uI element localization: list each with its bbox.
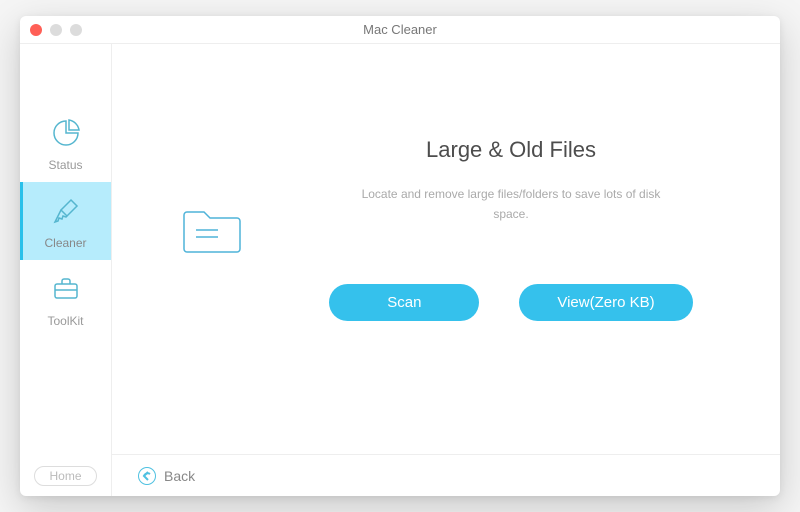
sidebar-item-cleaner[interactable]: Cleaner xyxy=(20,182,111,260)
briefcase-icon xyxy=(51,274,81,309)
maximize-window-button[interactable] xyxy=(70,24,82,36)
content-footer: Back xyxy=(112,454,780,496)
back-button[interactable]: Back xyxy=(138,467,195,485)
window-title: Mac Cleaner xyxy=(20,22,780,37)
view-button[interactable]: View(Zero KB) xyxy=(519,284,692,321)
page-description: Locate and remove large files/folders to… xyxy=(351,185,671,223)
sidebar-item-label: ToolKit xyxy=(47,314,83,328)
folder-files-icon xyxy=(162,193,262,265)
sidebar-footer: Home xyxy=(20,466,111,496)
titlebar: Mac Cleaner xyxy=(20,16,780,44)
detail-panel: Large & Old Files Locate and remove larg… xyxy=(302,137,720,320)
home-button[interactable]: Home xyxy=(34,466,96,486)
body: Status Cleaner xyxy=(20,44,780,496)
action-buttons: Scan View(Zero KB) xyxy=(329,284,692,321)
traffic-lights xyxy=(30,24,82,36)
pie-chart-icon xyxy=(51,118,81,153)
close-window-button[interactable] xyxy=(30,24,42,36)
brush-icon xyxy=(51,196,81,231)
scan-button[interactable]: Scan xyxy=(329,284,479,321)
sidebar-item-toolkit[interactable]: ToolKit xyxy=(20,260,111,338)
back-arrow-icon xyxy=(138,467,156,485)
sidebar-item-status[interactable]: Status xyxy=(20,104,111,182)
main-area: Large & Old Files Locate and remove larg… xyxy=(112,44,780,454)
sidebar-item-label: Cleaner xyxy=(44,236,86,250)
minimize-window-button[interactable] xyxy=(50,24,62,36)
app-window: Mac Cleaner Status xyxy=(20,16,780,496)
sidebar: Status Cleaner xyxy=(20,44,112,496)
page-title: Large & Old Files xyxy=(426,137,596,163)
sidebar-item-label: Status xyxy=(48,158,82,172)
content: Large & Old Files Locate and remove larg… xyxy=(112,44,780,496)
back-label: Back xyxy=(164,468,195,484)
